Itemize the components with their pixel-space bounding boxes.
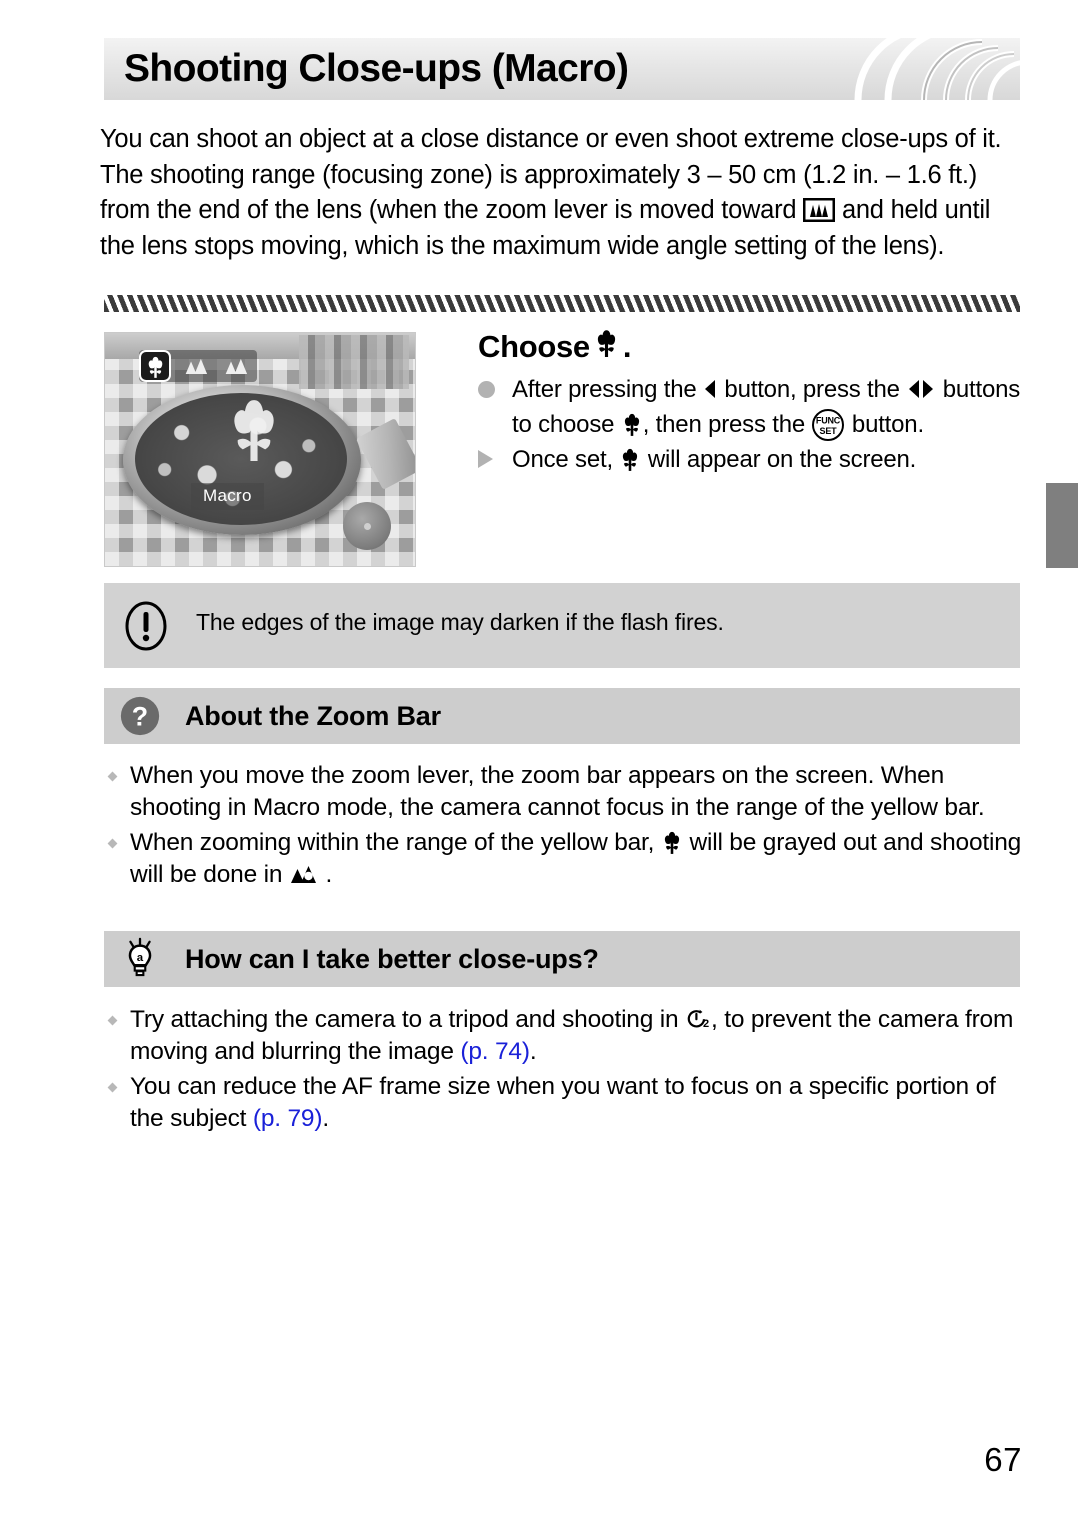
svg-text:FUNC: FUNC [816,416,841,426]
macro-tulip-icon [593,328,620,357]
zoom-b2-seg1: When zooming within the range of the yel… [130,829,661,856]
landscape-auto-icon [289,862,319,886]
step-heading-prefix: Choose [478,329,590,364]
svg-text:?: ? [132,702,148,732]
landscape-icon-2 [219,351,251,381]
macro-tulip-icon-overlay [223,395,285,461]
page-reference-link[interactable]: (p. 79) [253,1105,323,1132]
macro-tulip-icon-selected [139,350,171,382]
zoom-b1-seg1: When you move the zoom lever, the zoom b… [130,762,985,821]
manual-page: Shooting Close-ups (Macro) You can shoot… [0,0,1080,1521]
decorative-arcs-icon [850,38,1020,100]
camera-screen-illustration: Macro [104,332,416,567]
svg-text:a: a [137,952,144,964]
landscape-icon-1 [179,351,211,381]
svg-text:SET: SET [820,426,838,436]
list-item: Try attaching the camera to a tripod and… [104,1004,1029,1068]
tips-b1-seg1: Try attaching the camera to a tripod and… [130,1006,686,1033]
wide-angle-zoom-icon [802,197,836,223]
better-closeups-bullet-list: Try attaching the camera to a tripod and… [104,1004,1029,1138]
page-number: 67 [984,1441,1022,1478]
jars-background [299,335,409,389]
section-divider [104,295,1020,312]
step1-seg4: , then press the [642,411,812,438]
tips-b1-seg3: . [529,1038,537,1065]
zoom-b2-seg3: . [318,861,333,888]
bullet-circle-marker [478,381,495,398]
page-title: Shooting Close-ups (Macro) [124,47,629,90]
step-bullet-2: Once set, will appear on the screen. [478,442,1024,477]
pizza-cutter-shape [343,502,391,550]
zoom-bar-bullet-list: When you move the zoom lever, the zoom b… [104,760,1029,894]
intro-paragraph: You can shoot an object at a close dista… [100,122,1025,264]
section-title-better-closeups: How can I take better close-ups? [185,943,599,974]
list-item: You can reduce the AF frame size when yo… [104,1071,1029,1135]
macro-tulip-icon [619,446,641,471]
list-item: When you move the zoom lever, the zoom b… [104,760,1029,824]
camera-mode-label: Macro [191,483,264,510]
page-reference-link[interactable]: (p. 74) [460,1038,530,1065]
func-set-button-icon: FUNC SET [811,408,845,442]
svg-text:2: 2 [703,1018,709,1030]
section-header-zoom-bar: ? About the Zoom Bar [104,688,1020,744]
arrow-left-right-icon [906,375,936,398]
step1-seg5: button. [845,411,924,438]
chapter-tab-marker [1046,483,1078,568]
macro-tulip-icon [661,830,683,854]
step-heading-suffix: . [622,329,632,364]
lightbulb-icon: a [117,936,163,982]
step-bullet-1: After pressing the button, press the but… [478,372,1024,442]
section-header-better-closeups: a How can I take better close-ups? [104,931,1020,987]
tips-b2-seg2: . [322,1105,329,1132]
bullet-triangle-marker [478,450,493,468]
step-instructions: After pressing the button, press the but… [478,372,1024,477]
caution-note-box: The edges of the image may darken if the… [104,583,1020,668]
step2-seg2: will appear on the screen. [641,446,917,473]
step1-seg2: button, press the [717,376,907,403]
caution-note-text: The edges of the image may darken if the… [196,609,724,635]
self-timer-2sec-icon: 2 [685,1007,711,1031]
arrow-left-icon [703,375,718,398]
step-heading: Choose . [478,328,632,365]
exclamation-icon [124,601,168,651]
section-title-zoom-bar: About the Zoom Bar [185,700,441,731]
list-item: When zooming within the range of the yel… [104,827,1029,891]
question-mark-icon: ? [117,693,163,739]
macro-tulip-icon [621,411,643,436]
camera-mode-iconbar [139,350,257,382]
step1-seg1: After pressing the [512,376,703,403]
step2-seg1: Once set, [512,446,620,473]
